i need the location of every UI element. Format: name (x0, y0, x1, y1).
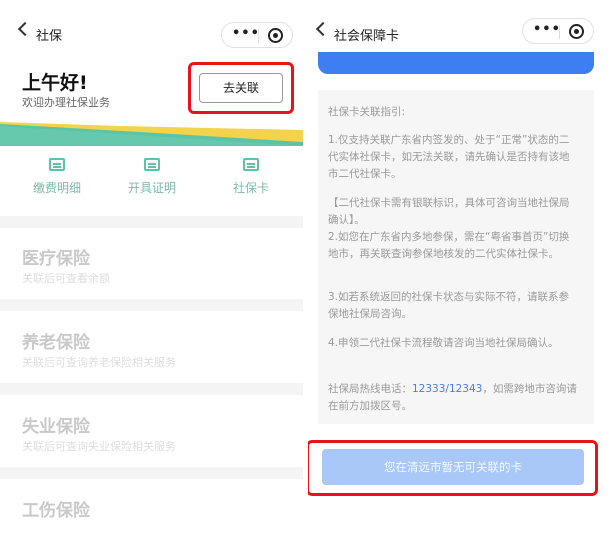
hotline-number-link[interactable]: 12333/12343 (412, 383, 482, 395)
link-guide-box: 社保卡关联指引: 1.仅支持关联广东省内签发的、处于“正常”状态的二代实体社保卡… (318, 90, 594, 424)
quick-actions: 缴费明细 开具证明 社保卡 (0, 150, 303, 210)
greeting-subtitle: 欢迎办理社保业务 (22, 96, 110, 109)
social-security-page: 社保 ••• 上午好! 欢迎办理社保业务 去关联 缴费明细 开具证明 社保卡 医… (0, 0, 303, 541)
highlight-box-bottom-button (308, 440, 598, 496)
back-arrow-icon[interactable] (315, 21, 331, 37)
social-security-card-page: 社会保障卡 ••• 社保卡关联指引: 1.仅支持关联广东省内签发的、处于“正常”… (308, 0, 613, 541)
insurance-title-medical[interactable]: 医疗保险 (22, 244, 90, 269)
insurance-subtitle-unemployment: 关联后可查询失业保险相关服务 (22, 440, 176, 453)
nav-title: 社保 (36, 29, 63, 44)
capsule-divider (559, 25, 560, 39)
more-icon[interactable]: ••• (533, 22, 561, 37)
quick-action-label: 缴费明细 (32, 181, 81, 195)
nav-bar: 社会保障卡 ••• (308, 0, 613, 58)
section-divider (0, 467, 303, 479)
quick-action-label: 开具证明 (127, 181, 176, 195)
nav-bar: 社保 ••• (0, 0, 303, 58)
insurance-title-pension[interactable]: 养老保险 (22, 328, 90, 353)
hotline-prefix: 社保局热线电话： (328, 383, 412, 395)
guide-item-4: 4.申领二代社保卡流程敬请咨询当地社保局确认。 (328, 337, 559, 349)
back-arrow-icon[interactable] (17, 21, 33, 37)
guide-heading: 社保卡关联指引: (328, 106, 406, 118)
mini-program-capsule: ••• (221, 22, 293, 48)
insurance-title-work-injury[interactable]: 工伤保险 (22, 496, 90, 521)
quick-action-label: 社保卡 (232, 181, 269, 195)
guide-item-3: 3.如若系统返回的社保卡状态与实际不符，请联系参保地社保局咨询。 (328, 291, 570, 320)
quick-action-issue-certificate[interactable]: 开具证明 (112, 150, 192, 196)
insurance-subtitle-medical: 关联后可查看余额 (22, 272, 110, 285)
yuan-receipt-icon (49, 158, 65, 171)
certificate-icon (144, 158, 160, 171)
insurance-title-unemployment[interactable]: 失业保险 (22, 412, 90, 437)
quick-action-payment-details[interactable]: 缴费明细 (17, 150, 97, 196)
close-target-icon[interactable] (268, 28, 283, 43)
decorative-wave (0, 122, 303, 146)
guide-item-1: 1.仅支持关联广东省内签发的、处于“正常”状态的二代实体社保卡，如无法关联，请先… (328, 134, 570, 180)
guide-hotline: 社保局热线电话：12333/12343，如需跨地市咨询请在前方加拨区号。 (328, 381, 578, 415)
card-banner (318, 52, 594, 74)
guide-item-2: 【二代社保卡需有银联标识，具体可咨询当地社保局确认】。 2.如您在广东省内多地参… (328, 197, 570, 260)
more-icon[interactable]: ••• (232, 26, 260, 41)
greeting-title: 上午好! (22, 72, 88, 94)
insurance-subtitle-pension: 关联后可查询养老保险相关服务 (22, 356, 176, 369)
quick-action-social-card[interactable]: 社保卡 (211, 150, 291, 196)
card-icon (243, 158, 259, 171)
nav-title: 社会保障卡 (334, 29, 400, 44)
section-divider (0, 216, 303, 228)
section-divider (0, 383, 303, 395)
capsule-divider (258, 29, 259, 43)
highlight-box-link-button (188, 62, 294, 114)
mini-program-capsule: ••• (522, 18, 594, 44)
close-target-icon[interactable] (569, 24, 584, 39)
section-divider (0, 299, 303, 311)
